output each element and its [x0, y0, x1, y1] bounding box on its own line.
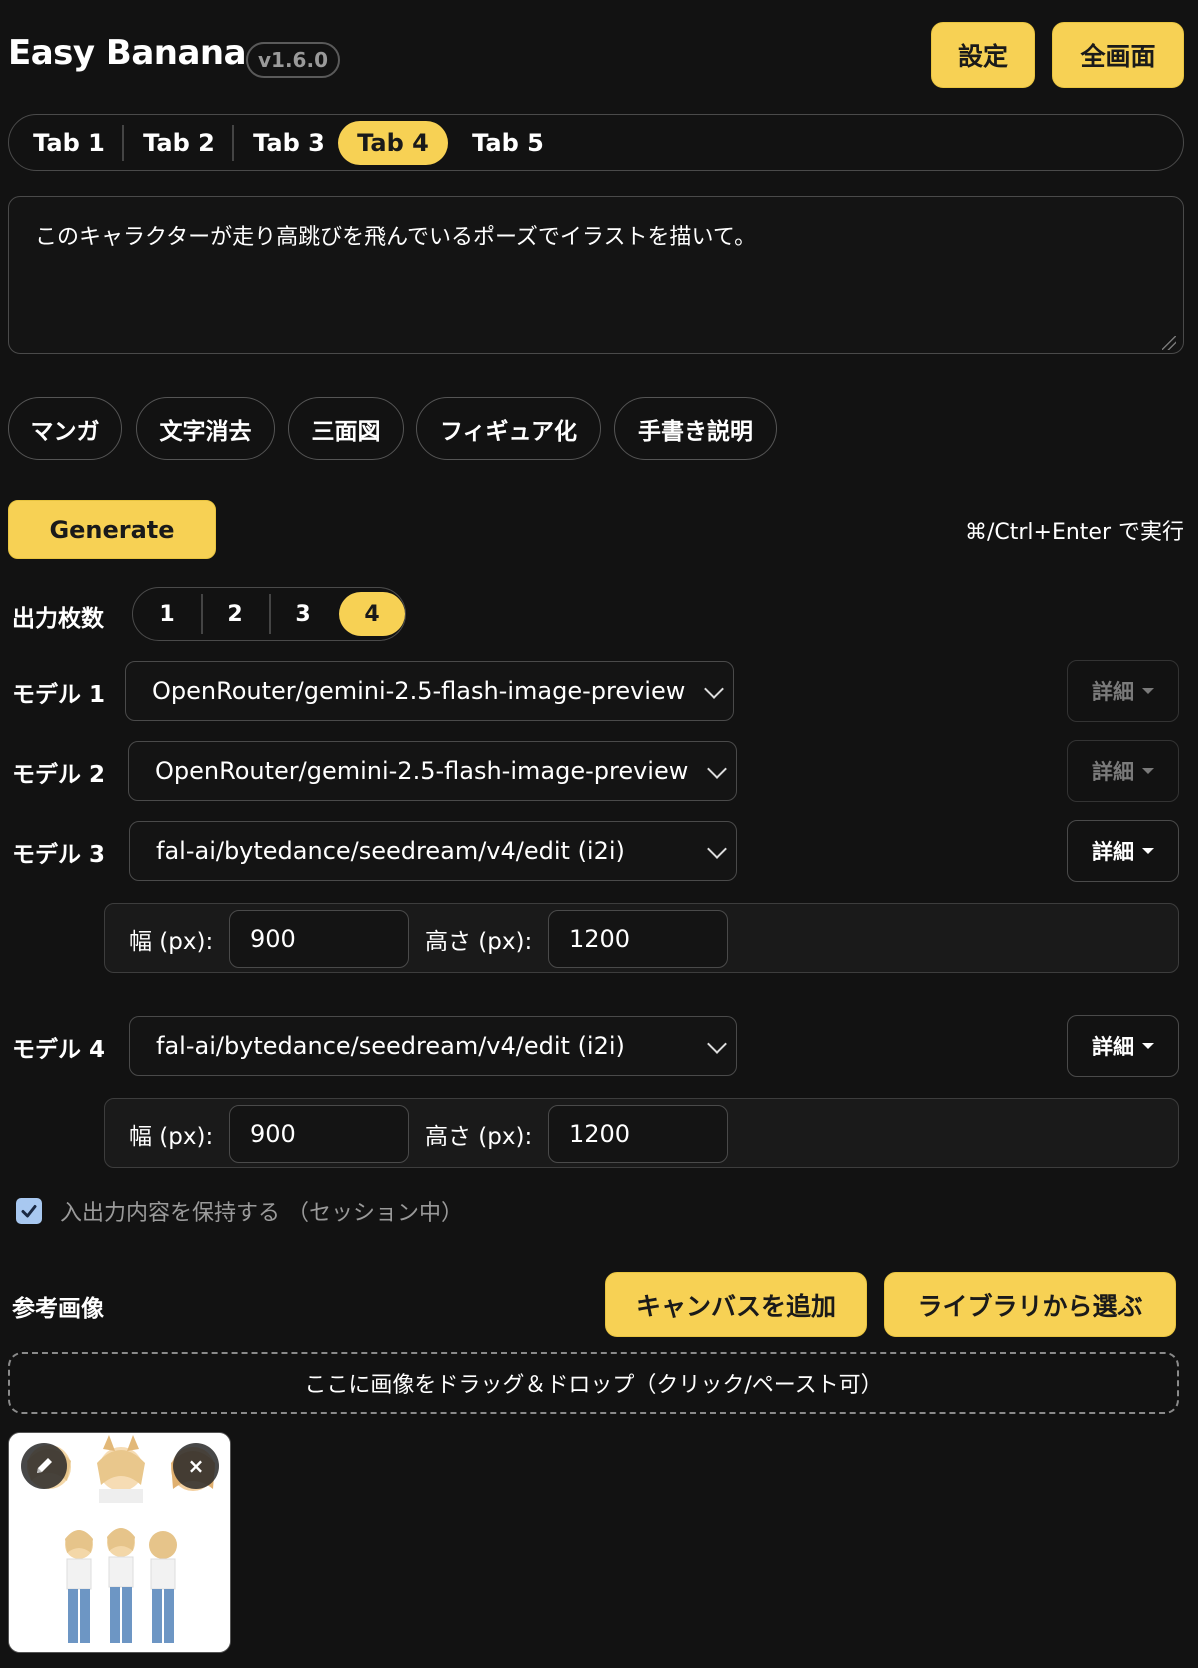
model-4-select[interactable]: fal-ai/bytedance/seedream/v4/edit (i2i)	[129, 1016, 737, 1076]
model-3-select[interactable]: fal-ai/bytedance/seedream/v4/edit (i2i)	[129, 821, 737, 881]
model-2-detail-button[interactable]: 詳細	[1067, 740, 1179, 802]
chevron-down-icon	[707, 759, 727, 779]
tab-3[interactable]: Tab 3	[239, 121, 339, 165]
model-3-value: fal-ai/bytedance/seedream/v4/edit (i2i)	[156, 837, 625, 865]
model-4-label: モデル 4	[12, 1037, 106, 1063]
output-count-label: 出力枚数	[12, 606, 104, 632]
tab-bar: Tab 1 Tab 2 Tab 3 Tab 4 Tab 5	[8, 114, 1184, 171]
image-dropzone[interactable]: ここに画像をドラッグ＆ドロップ（クリック/ペースト可）	[8, 1352, 1179, 1414]
choose-from-library-button[interactable]: ライブラリから選ぶ	[884, 1272, 1176, 1337]
model-1-select[interactable]: OpenRouter/gemini-2.5-flash-image-previe…	[125, 661, 734, 721]
height-label: 高さ (px):	[425, 1124, 533, 1150]
checkmark-icon	[21, 1205, 37, 1218]
model-2-select[interactable]: OpenRouter/gemini-2.5-flash-image-previe…	[128, 741, 737, 801]
generate-button[interactable]: Generate	[8, 500, 216, 559]
count-option-2[interactable]: 2	[205, 592, 265, 636]
keep-io-checkbox[interactable]	[16, 1198, 42, 1224]
count-option-3[interactable]: 3	[273, 592, 333, 636]
pencil-icon	[37, 1458, 52, 1473]
version-badge: v1.6.0	[246, 42, 340, 78]
width-input[interactable]: 900	[229, 1105, 409, 1163]
app-title: Easy Banana	[8, 33, 247, 73]
height-input[interactable]: 1200	[548, 910, 728, 968]
model-2-value: OpenRouter/gemini-2.5-flash-image-previe…	[155, 757, 689, 785]
model-1-label: モデル 1	[12, 682, 106, 708]
tab-4[interactable]: Tab 4	[338, 121, 448, 165]
preset-manga-button[interactable]: マンガ	[8, 397, 122, 460]
tab-1[interactable]: Tab 1	[19, 121, 119, 165]
caret-down-icon	[1142, 768, 1154, 774]
model-3-size-panel: 幅 (px): 900 高さ (px): 1200	[104, 903, 1179, 973]
caret-down-icon	[1142, 1043, 1154, 1049]
reference-image-thumbnail[interactable]: ×	[8, 1432, 231, 1653]
model-3-detail-button[interactable]: 詳細	[1067, 820, 1179, 882]
model-4-value: fal-ai/bytedance/seedream/v4/edit (i2i)	[156, 1032, 625, 1060]
preset-figure-button[interactable]: フィギュア化	[416, 397, 601, 460]
model-4-detail-button[interactable]: 詳細	[1067, 1015, 1179, 1077]
model-3-label: モデル 3	[12, 842, 106, 868]
fullscreen-button[interactable]: 全画面	[1052, 22, 1184, 88]
tab-5[interactable]: Tab 5	[458, 121, 558, 165]
height-label: 高さ (px):	[425, 929, 533, 955]
prompt-textarea[interactable]: このキャラクターが走り高跳びを飛んでいるポーズでイラストを描いて。	[8, 196, 1184, 354]
chevron-down-icon	[704, 679, 724, 699]
resize-grip-icon[interactable]	[1162, 336, 1176, 350]
height-input[interactable]: 1200	[548, 1105, 728, 1163]
caret-down-icon	[1142, 848, 1154, 854]
model-1-value: OpenRouter/gemini-2.5-flash-image-previe…	[152, 677, 686, 705]
count-option-1[interactable]: 1	[137, 592, 197, 636]
output-count-group: 1 2 3 4	[132, 587, 406, 641]
model-1-detail-button[interactable]: 詳細	[1067, 660, 1179, 722]
chevron-down-icon	[707, 839, 727, 859]
remove-image-button[interactable]: ×	[173, 1443, 219, 1489]
width-label: 幅 (px):	[129, 929, 214, 955]
tab-2[interactable]: Tab 2	[129, 121, 229, 165]
width-input[interactable]: 900	[229, 910, 409, 968]
edit-image-button[interactable]	[21, 1443, 67, 1489]
preset-erase-text-button[interactable]: 文字消去	[136, 397, 275, 460]
chevron-down-icon	[707, 1034, 727, 1054]
caret-down-icon	[1142, 688, 1154, 694]
count-option-4[interactable]: 4	[339, 592, 405, 636]
reference-images-label: 参考画像	[12, 1296, 104, 1322]
shortcut-hint: ⌘/Ctrl+Enter で実行	[964, 520, 1184, 545]
model-2-label: モデル 2	[12, 762, 106, 788]
add-canvas-button[interactable]: キャンバスを追加	[605, 1272, 867, 1337]
model-4-size-panel: 幅 (px): 900 高さ (px): 1200	[104, 1098, 1179, 1168]
settings-button[interactable]: 設定	[931, 22, 1035, 88]
width-label: 幅 (px):	[129, 1124, 214, 1150]
preset-three-view-button[interactable]: 三面図	[288, 397, 404, 460]
keep-io-label: 入出力内容を保持する （セッション中）	[60, 1201, 463, 1226]
preset-handwritten-button[interactable]: 手書き説明	[614, 397, 777, 460]
